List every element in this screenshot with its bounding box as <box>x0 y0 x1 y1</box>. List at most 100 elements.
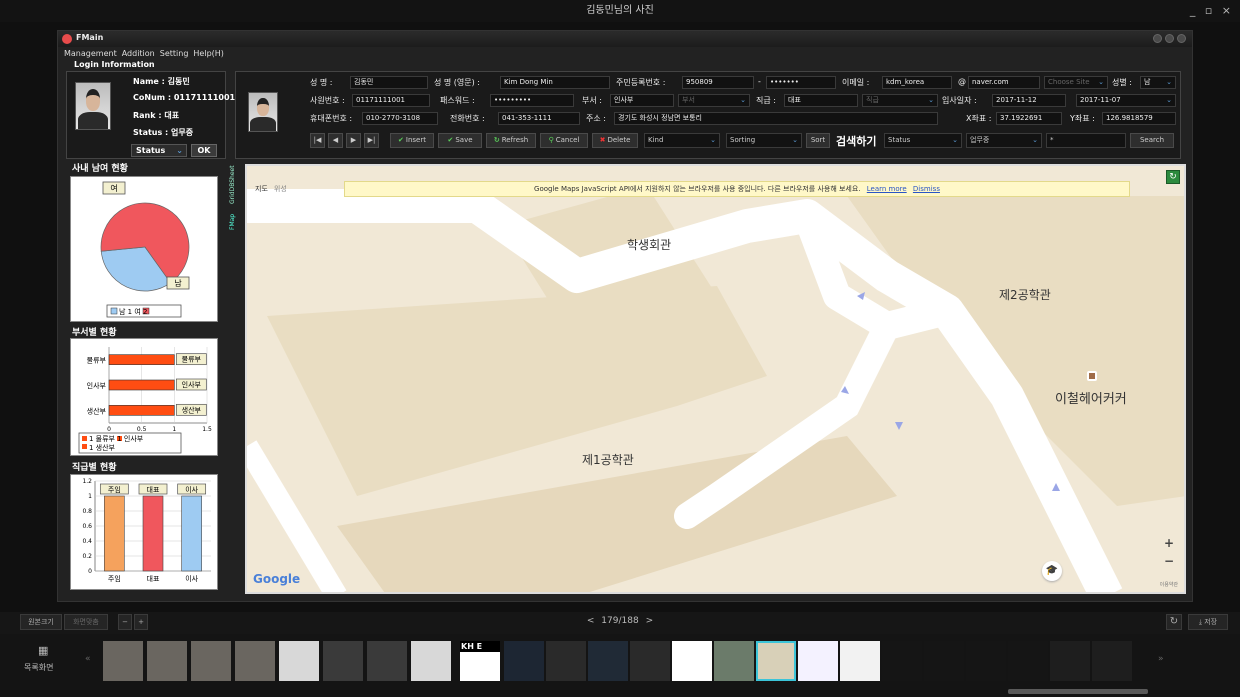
menu-help[interactable]: Help(H) <box>193 49 224 58</box>
sort-button[interactable]: Sort <box>806 133 830 148</box>
thumbnail[interactable] <box>367 641 407 681</box>
thumbnail[interactable]: KH E <box>460 641 500 681</box>
map-terms-link[interactable]: 이용약관 <box>1160 581 1178 588</box>
ok-button[interactable]: OK <box>191 144 217 157</box>
y-coord-field[interactable]: 126.9818579 <box>1102 112 1176 125</box>
name-field[interactable]: 김동민 <box>350 76 428 89</box>
map-canvas[interactable] <box>247 166 1186 594</box>
first-record-button[interactable]: |◀ <box>310 133 325 148</box>
thumbnail[interactable] <box>147 641 187 681</box>
thumbnail[interactable] <box>323 641 363 681</box>
search-button[interactable]: Search <box>1130 133 1174 148</box>
hire-date-picker[interactable]: 2017-11-07 ⌄ <box>1076 94 1176 107</box>
tab-grid-db-sheet[interactable]: GridDBSheet <box>229 163 240 207</box>
save-button[interactable]: ✔ Save <box>438 133 482 148</box>
maximize-icon[interactable] <box>1165 34 1174 43</box>
map-refresh-button[interactable]: ↻ <box>1166 170 1180 184</box>
refresh-button[interactable]: ↻ Refresh <box>486 133 536 148</box>
last-record-button[interactable]: ▶| <box>364 133 379 148</box>
zoom-in-button[interactable]: + <box>134 614 148 630</box>
dept-tick-label: 0 <box>107 426 111 433</box>
kind-select[interactable]: Kind ⌄ <box>644 133 720 148</box>
position-field[interactable]: 대표 <box>784 94 858 107</box>
search-value-select[interactable]: 업무중 ⌄ <box>966 133 1042 148</box>
menu-management[interactable]: Management <box>64 49 117 58</box>
delete-button[interactable]: ✖ Delete <box>592 133 638 148</box>
map-type-satellite[interactable]: 위성 <box>274 185 287 193</box>
email-domain-field[interactable]: naver.com <box>968 76 1040 89</box>
map-view[interactable]: 지도 위성 Google Maps JavaScript API에서 지원하지 않… <box>245 164 1186 594</box>
search-field-select[interactable]: Status ⌄ <box>884 133 962 148</box>
prev-photo-button[interactable]: < <box>587 616 595 626</box>
filmstrip-scrollbar[interactable] <box>1008 689 1148 694</box>
fit-screen-button[interactable]: 화면맞춤 <box>64 614 108 630</box>
thumbnail[interactable] <box>672 641 712 681</box>
minimize-icon[interactable] <box>1153 34 1162 43</box>
viewer-window-controls[interactable]: _ ▫ × <box>1190 0 1234 22</box>
next-record-button[interactable]: ▶ <box>346 133 361 148</box>
original-size-button[interactable]: 원본크기 <box>20 614 62 630</box>
eng-name-field[interactable]: Kim Dong Min <box>500 76 610 89</box>
search-input[interactable]: * <box>1046 133 1126 148</box>
thumbnail[interactable] <box>798 641 838 681</box>
graduation-cap-icon[interactable]: 🎓 <box>1042 561 1062 581</box>
thumbnail[interactable] <box>546 641 586 681</box>
tab-fmap[interactable]: FMap <box>229 211 240 233</box>
ssn-back-field[interactable]: ••••••• <box>766 76 836 89</box>
dept-field[interactable]: 인사부 <box>610 94 674 107</box>
map-zoom-in-button[interactable]: + <box>1164 536 1174 550</box>
poi-marker-icon[interactable] <box>1087 371 1097 381</box>
map-zoom-out-button[interactable]: − <box>1164 554 1174 568</box>
thumbnail-selected[interactable] <box>756 641 796 681</box>
rotate-button[interactable]: ↻ <box>1166 614 1182 630</box>
menu-setting[interactable]: Setting <box>160 49 189 58</box>
position-select[interactable]: 직급 ⌄ <box>862 94 938 107</box>
email-id-field[interactable]: kdm_korea <box>882 76 952 89</box>
filmstrip-next[interactable]: » <box>1158 654 1164 664</box>
dismiss-link[interactable]: Dismiss <box>913 185 940 193</box>
sorting-select[interactable]: Sorting ⌄ <box>726 133 802 148</box>
ssn-front-field[interactable]: 950809 <box>682 76 754 89</box>
thumbnail[interactable] <box>966 641 1006 681</box>
thumbnail[interactable] <box>504 641 544 681</box>
list-view-button[interactable]: 목록화면 <box>24 662 53 673</box>
next-photo-button[interactable]: > <box>646 616 654 626</box>
status-select[interactable]: Status ⌄ <box>131 144 187 157</box>
thumbnail[interactable] <box>714 641 754 681</box>
thumbnail[interactable] <box>411 641 451 681</box>
close-icon[interactable] <box>1177 34 1186 43</box>
gender-select[interactable]: 남 ⌄ <box>1140 76 1176 89</box>
x-coord-field[interactable]: 37.1922691 <box>996 112 1062 125</box>
thumbnail[interactable] <box>1050 641 1090 681</box>
hire-date-field[interactable]: 2017-11-12 <box>992 94 1066 107</box>
phone-field[interactable]: 041-353-1111 <box>498 112 580 125</box>
thumbnail[interactable] <box>1092 641 1132 681</box>
thumbnail[interactable] <box>191 641 231 681</box>
save-photo-button[interactable]: ⤓ 저장 <box>1188 614 1228 630</box>
insert-button[interactable]: ✔ Insert <box>390 133 434 148</box>
filmstrip-scroll-thumb[interactable] <box>1008 689 1148 694</box>
grid-icon[interactable]: ▦ <box>38 644 48 657</box>
password-field[interactable]: ••••••••• <box>490 94 574 107</box>
thumbnail[interactable] <box>588 641 628 681</box>
dept-select[interactable]: 부서 ⌄ <box>678 94 750 107</box>
thumbnail[interactable] <box>103 641 143 681</box>
thumbnail[interactable] <box>279 641 319 681</box>
zoom-out-button[interactable]: − <box>118 614 132 630</box>
thumbnail[interactable] <box>630 641 670 681</box>
address-field[interactable]: 경기도 화성시 정남면 보통리 <box>614 112 938 125</box>
filmstrip-prev[interactable]: « <box>85 654 91 664</box>
menu-addition[interactable]: Addition <box>122 49 155 58</box>
thumbnail[interactable] <box>840 641 880 681</box>
cancel-button[interactable]: ⚲ Cancel <box>540 133 588 148</box>
map-type-map[interactable]: 지도 <box>255 185 268 193</box>
thumbnail[interactable] <box>924 641 964 681</box>
thumbnail[interactable] <box>235 641 275 681</box>
prev-record-button[interactable]: ◀ <box>328 133 343 148</box>
mobile-field[interactable]: 010-2770-3108 <box>362 112 438 125</box>
emp-no-field[interactable]: 01171111001 <box>352 94 430 107</box>
thumbnail[interactable] <box>882 641 922 681</box>
site-select[interactable]: Choose Site ⌄ <box>1044 76 1108 89</box>
thumbnail[interactable] <box>1008 641 1048 681</box>
learn-more-link[interactable]: Learn more <box>867 185 907 193</box>
